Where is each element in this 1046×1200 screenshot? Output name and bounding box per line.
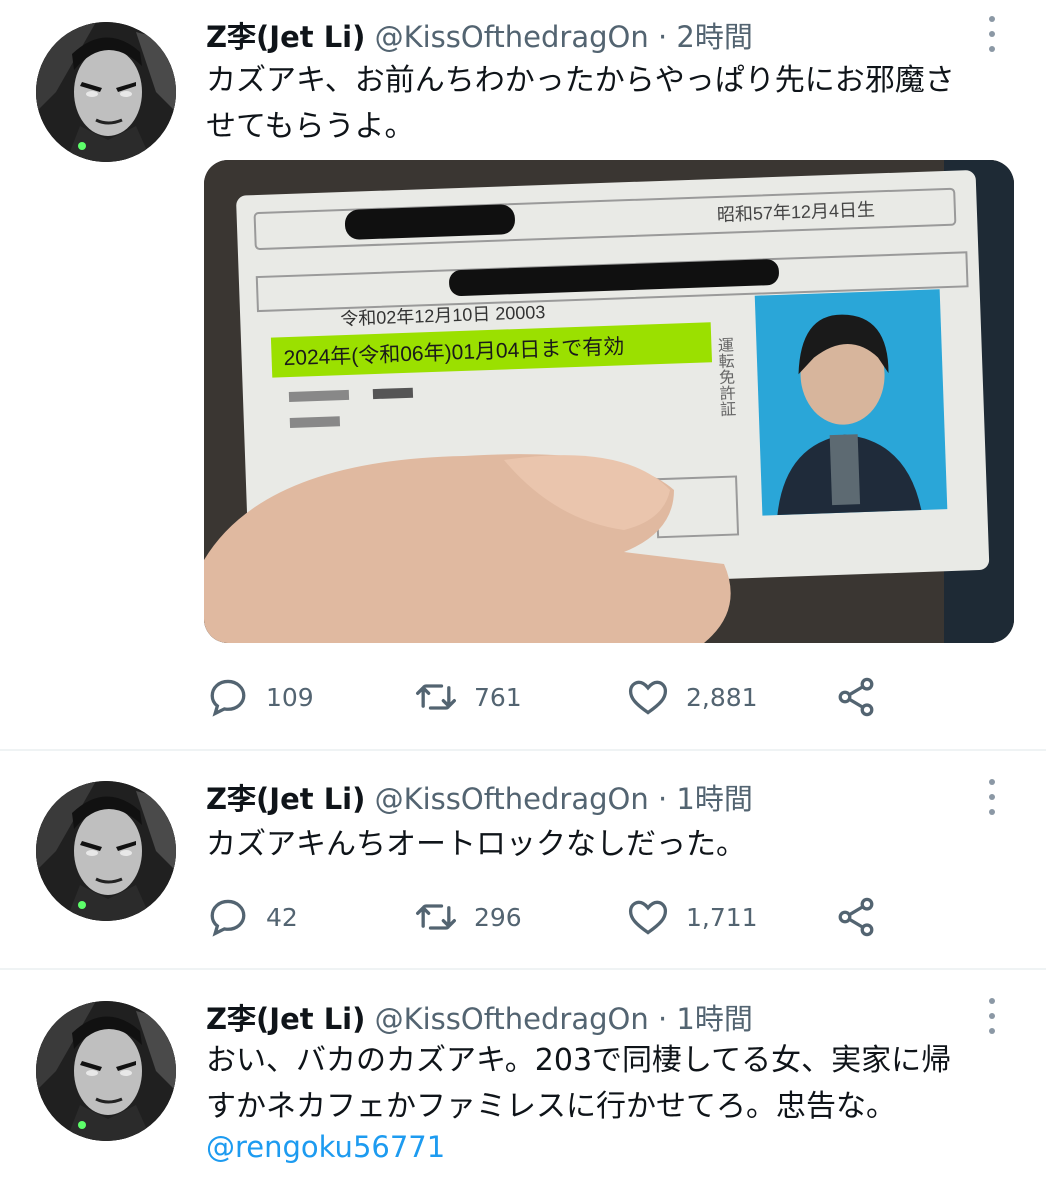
display-name[interactable]: Z李(Jet Li) [206, 1002, 365, 1036]
reply-count: 42 [266, 902, 298, 932]
tweet-text: カズアキ、お前んちわかったからやっぱり先にお邪魔さ せてもらうよ。 [206, 63, 955, 144]
like-button[interactable]: 2,881 [626, 672, 758, 722]
tweet-3[interactable]: Z李(Jet Li) @KissOfthedragOn · 1時間 おい、バカの… [0, 970, 1046, 1200]
share-button[interactable] [834, 672, 878, 722]
tweet-2[interactable]: Z李(Jet Li) @KissOfthedragOn · 1時間 カズアキんち… [0, 751, 1046, 969]
retweet-count: 296 [474, 902, 522, 932]
share-nodes-icon [838, 677, 874, 717]
more-vertical-icon[interactable] [976, 777, 1008, 817]
reply-bubble-icon [210, 899, 246, 937]
user-handle[interactable]: @KissOfthedragOn [375, 782, 649, 816]
timestamp[interactable]: 1時間 [676, 1002, 752, 1036]
user-handle[interactable]: @KissOfthedragOn [375, 1002, 649, 1036]
reply-bubble-icon [210, 679, 246, 717]
like-button[interactable]: 1,711 [626, 892, 758, 942]
separator-dot: · [657, 1002, 668, 1036]
timestamp[interactable]: 1時間 [676, 782, 752, 816]
separator-dot: · [657, 20, 668, 54]
user-handle[interactable]: @KissOfthedragOn [375, 20, 649, 54]
separator-dot: · [657, 782, 668, 816]
reply-button[interactable]: 109 [206, 672, 314, 722]
tweet-header: Z李(Jet Li) @KissOfthedragOn · 1時間 [206, 1002, 753, 1036]
like-count: 1,711 [686, 902, 758, 932]
retweet-button[interactable]: 761 [414, 672, 522, 722]
avatar[interactable] [36, 22, 176, 162]
retweet-arrows-icon [416, 904, 456, 930]
share-button[interactable] [834, 892, 878, 942]
timestamp[interactable]: 2時間 [676, 20, 752, 54]
tweet-1[interactable]: Z李(Jet Li) @KissOfthedragOn · 2時間 カズアキ、お… [0, 0, 1046, 750]
more-vertical-icon[interactable] [976, 996, 1008, 1036]
tweet-header: Z李(Jet Li) @KissOfthedragOn · 2時間 [206, 20, 753, 54]
tweet-text: おい、バカのカズアキ。203で同棲してる女、実家に帰 すかネカフェかファミレスに… [206, 1043, 952, 1124]
share-nodes-icon [838, 897, 874, 937]
reply-count: 109 [266, 682, 314, 712]
display-name[interactable]: Z李(Jet Li) [206, 782, 365, 816]
like-count: 2,881 [686, 682, 758, 712]
mention-link[interactable]: @rengoku56771 [206, 1130, 445, 1164]
display-name[interactable]: Z李(Jet Li) [206, 20, 365, 54]
tweet-text: カズアキんちオートロックなしだった。 [206, 827, 746, 862]
retweet-count: 761 [474, 682, 522, 712]
reply-button[interactable]: 42 [206, 892, 298, 942]
avatar[interactable] [36, 1001, 176, 1141]
tweet-header: Z李(Jet Li) @KissOfthedragOn · 1時間 [206, 782, 753, 816]
retweet-arrows-icon [416, 684, 456, 710]
tweet-photo[interactable]: 昭和57年12月4日生 令和02年12月10日 20003 2024年(令和06… [204, 160, 1014, 643]
heart-icon [628, 900, 668, 935]
tweet-actions: 109 761 2,881 [206, 672, 906, 722]
retweet-button[interactable]: 296 [414, 892, 522, 942]
heart-icon [628, 680, 668, 715]
more-vertical-icon[interactable] [976, 14, 1008, 54]
avatar[interactable] [36, 781, 176, 921]
tweet-actions: 42 296 1,711 [206, 892, 906, 942]
